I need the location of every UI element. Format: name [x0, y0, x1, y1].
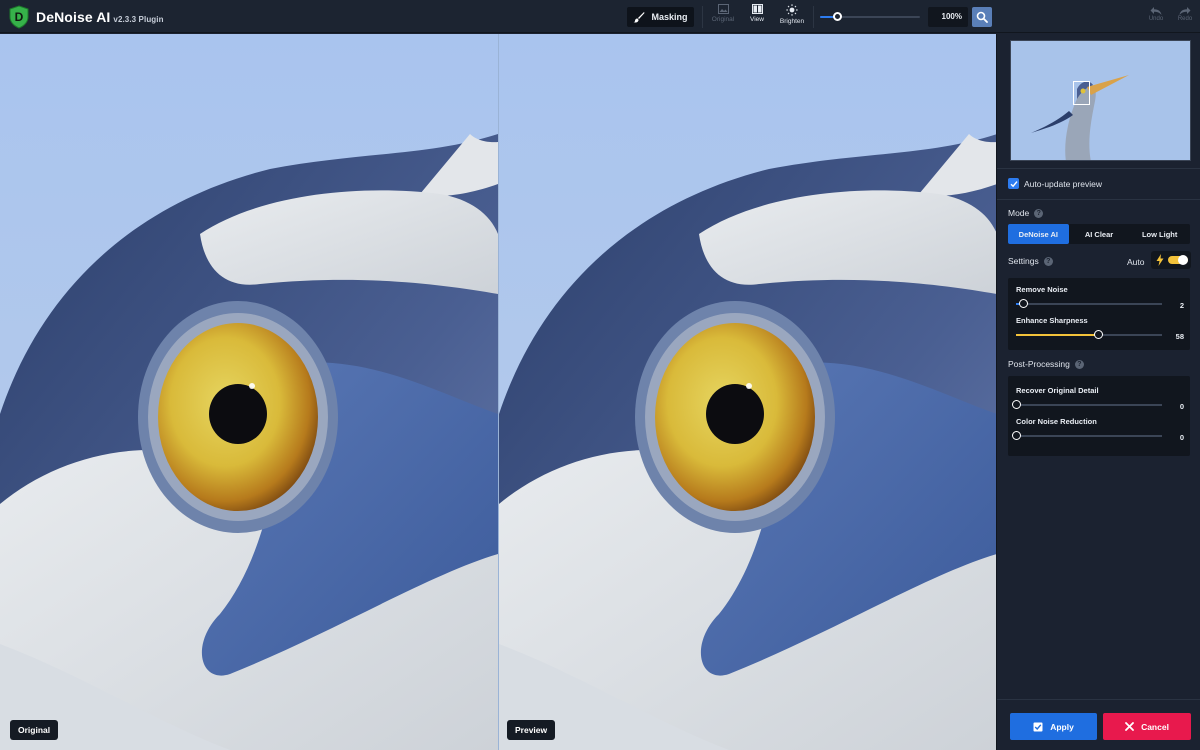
panel-divider	[997, 199, 1200, 200]
zoom-button[interactable]	[972, 7, 992, 27]
masking-label: Masking	[651, 12, 688, 22]
original-view-label: Original	[711, 16, 735, 23]
post-processing-sliders-box: Recover Original Detail 0 Color Noise Re…	[1008, 376, 1190, 456]
undo-arrow-icon	[1150, 7, 1162, 15]
image-canvas[interactable]: Original Preview	[0, 34, 996, 750]
apply-label: Apply	[1050, 721, 1074, 732]
recover-detail-slider[interactable]	[1012, 400, 1162, 410]
original-pane[interactable]: Original	[0, 34, 498, 750]
slider-thumb[interactable]	[1019, 299, 1029, 308]
auto-update-label: Auto-update preview	[1024, 178, 1102, 189]
svg-text:D: D	[15, 10, 24, 24]
panel-divider	[997, 699, 1200, 700]
enhance-sharpness-label: Enhance Sharpness	[1016, 316, 1088, 325]
slider-thumb[interactable]	[1012, 431, 1021, 440]
enhance-sharpness-slider[interactable]	[1016, 330, 1162, 340]
recover-detail-row: Recover Original Detail 0	[1012, 386, 1184, 411]
settings-sliders-box: Remove Noise 2 Enhance Sharpness 58	[1008, 278, 1190, 350]
checkbox-checked[interactable]	[1008, 178, 1019, 189]
preview-label: Preview	[507, 720, 556, 740]
remove-noise-slider[interactable]	[1016, 299, 1162, 309]
slider-track	[1016, 435, 1162, 437]
help-icon[interactable]: ?	[1043, 256, 1053, 266]
zoom-level-field[interactable]: 100%	[928, 7, 968, 27]
mode-ai-clear-button[interactable]: AI Clear	[1069, 224, 1130, 244]
remove-noise-row: Remove Noise 2	[1016, 285, 1184, 310]
color-noise-value: 0	[1179, 433, 1184, 442]
brush-icon	[633, 12, 645, 23]
remove-noise-label: Remove Noise	[1016, 285, 1068, 294]
close-icon	[1125, 722, 1134, 731]
brighten-button[interactable]: Brighten	[777, 4, 807, 30]
app-version: v2.3.3 Plugin	[113, 15, 164, 24]
enhance-sharpness-value: 58	[1175, 332, 1184, 341]
post-processing-section-title: Post-Processing ?	[1008, 359, 1084, 369]
slider-fill	[1016, 334, 1098, 336]
cancel-label: Cancel	[1141, 721, 1169, 732]
help-icon[interactable]: ?	[1074, 359, 1084, 369]
view-button[interactable]: View	[746, 4, 768, 30]
redo-button[interactable]: Redo	[1174, 6, 1196, 30]
slider-thumb[interactable]	[1012, 400, 1021, 409]
apply-button[interactable]: Apply	[1010, 713, 1097, 740]
toolbar-divider	[813, 6, 814, 28]
preview-pane[interactable]: Preview	[498, 34, 996, 750]
original-label: Original	[10, 720, 59, 740]
magnifier-icon	[976, 11, 988, 23]
panel-divider	[997, 168, 1200, 169]
redo-label: Redo	[1177, 16, 1193, 22]
zoom-slider[interactable]	[820, 12, 920, 21]
apply-icon	[1033, 722, 1043, 731]
view-label: View	[750, 16, 764, 23]
cancel-button[interactable]: Cancel	[1103, 713, 1191, 740]
auto-settings-toggle[interactable]	[1151, 251, 1191, 269]
settings-panel: Auto-update preview Mode ? DeNoise AI AI…	[996, 34, 1200, 750]
slider-thumb[interactable]	[1093, 330, 1103, 339]
heron-eye-image	[0, 34, 498, 750]
toolbar-divider	[702, 6, 703, 28]
toggle-knob	[1178, 255, 1188, 265]
brighten-label: Brighten	[779, 18, 805, 25]
recover-detail-value: 0	[1179, 402, 1184, 411]
enhance-sharpness-row: Enhance Sharpness 58	[1016, 316, 1184, 341]
navigator-thumbnail[interactable]	[1010, 40, 1191, 161]
undo-label: Undo	[1148, 16, 1164, 22]
slider-track	[1016, 404, 1162, 406]
settings-section-title: Settings ?	[1008, 256, 1053, 266]
post-processing-title: Post-Processing	[1008, 359, 1070, 369]
navigator-viewport-box[interactable]	[1073, 81, 1090, 105]
mode-section-title: Mode ?	[1008, 208, 1044, 218]
heron-eye-image	[499, 34, 996, 750]
original-view-button[interactable]: Original	[709, 4, 737, 30]
top-bar: D DeNoise AI v2.3.3 Plugin Masking Origin…	[0, 0, 1200, 33]
settings-title: Settings	[1008, 256, 1039, 266]
mode-selector: DeNoise AI AI Clear Low Light	[1008, 224, 1190, 244]
mode-title: Mode	[1008, 208, 1030, 218]
mode-denoise-ai-button[interactable]: DeNoise AI	[1008, 224, 1069, 244]
undo-button[interactable]: Undo	[1145, 6, 1167, 30]
color-noise-row: Color Noise Reduction 0	[1012, 417, 1184, 442]
auto-update-preview-checkbox[interactable]: Auto-update preview	[1008, 178, 1102, 189]
mode-low-light-button[interactable]: Low Light	[1129, 224, 1190, 244]
auto-label: Auto	[1127, 257, 1145, 267]
heron-thumbnail-image	[1011, 41, 1190, 160]
split-view-icon	[751, 4, 763, 14]
color-noise-slider[interactable]	[1012, 431, 1162, 441]
app-title: DeNoise AI v2.3.3 Plugin	[36, 9, 164, 25]
color-noise-label: Color Noise Reduction	[1016, 417, 1097, 426]
remove-noise-value: 2	[1179, 301, 1184, 310]
redo-arrow-icon	[1179, 7, 1191, 15]
lightning-icon	[1156, 254, 1164, 266]
checkmark-icon	[1010, 180, 1018, 187]
slider-track	[1016, 303, 1162, 305]
help-icon[interactable]: ?	[1034, 208, 1044, 218]
app-logo: D	[9, 5, 29, 29]
recover-detail-label: Recover Original Detail	[1016, 386, 1099, 395]
zoom-slider-thumb[interactable]	[833, 12, 842, 21]
masking-button[interactable]: Masking	[627, 7, 694, 27]
sun-icon	[786, 4, 798, 16]
image-icon	[717, 4, 729, 14]
app-name: DeNoise AI	[36, 9, 111, 25]
